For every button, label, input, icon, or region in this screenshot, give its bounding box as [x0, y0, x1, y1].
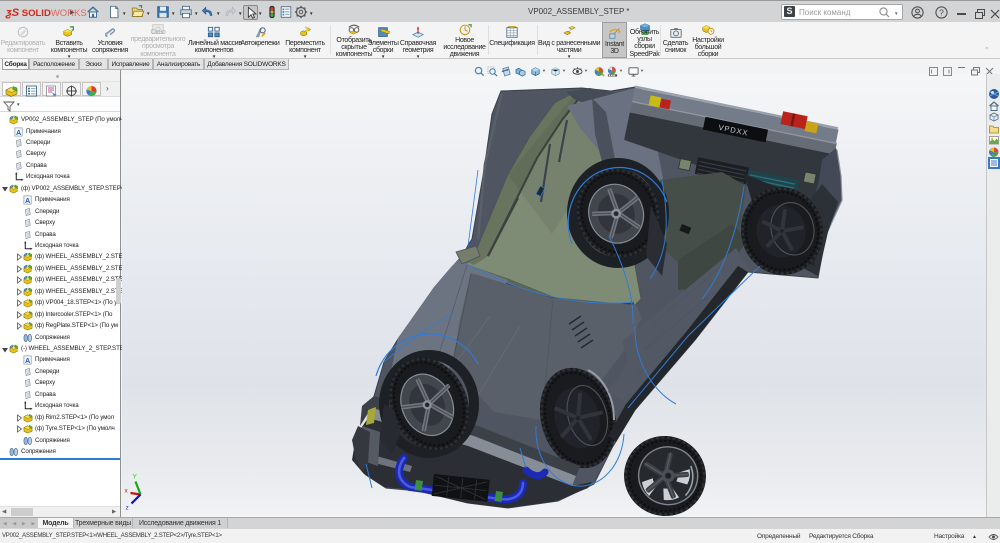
svg-text:x: x	[125, 488, 129, 495]
svg-text:A: A	[25, 196, 31, 205]
svg-text:Y: Y	[133, 474, 138, 481]
svg-text:?: ?	[939, 7, 944, 17]
svg-text:A: A	[25, 356, 31, 365]
svg-text:A: A	[16, 127, 22, 136]
svg-text:z: z	[126, 505, 129, 512]
